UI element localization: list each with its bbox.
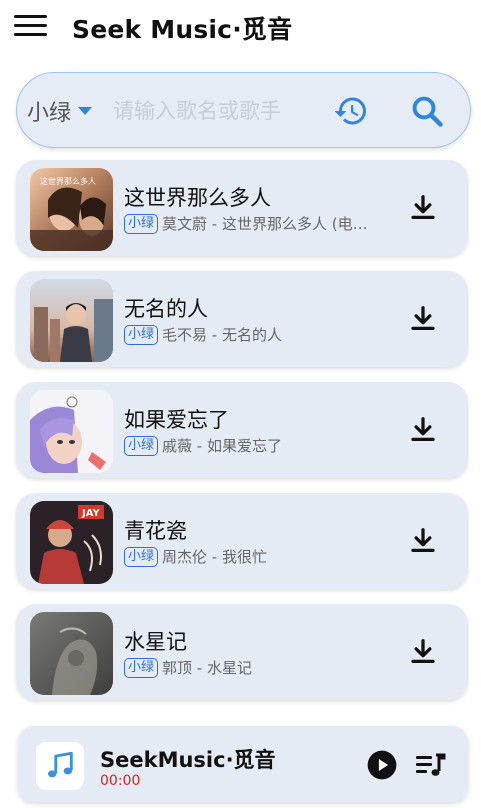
source-badge: 小绿 — [124, 435, 159, 456]
app-bar: Seek Music·觅音 — [0, 0, 481, 56]
song-subtitle: 戚薇 - 如果爱忘了 — [162, 437, 282, 455]
player-time: 00:00 — [100, 773, 141, 789]
svg-text:JAY: JAY — [81, 508, 101, 519]
album-cover: JAY — [30, 501, 113, 584]
song-meta: 小绿 郭顶 - 水星记 — [124, 657, 252, 678]
album-cover: 这世界那么多人 — [30, 168, 113, 251]
source-badge: 小绿 — [124, 546, 159, 567]
search-bar: 小绿 — [16, 72, 471, 148]
player-title: SeekMusic·觅音 — [100, 748, 276, 772]
caret-down-icon — [78, 107, 93, 115]
song-subtitle: 周杰伦 - 我很忙 — [162, 548, 267, 566]
history-icon[interactable] — [333, 93, 369, 129]
search-input[interactable] — [113, 93, 323, 129]
song-title: 这世界那么多人 — [124, 186, 271, 210]
song-title: 无名的人 — [124, 297, 208, 321]
song-list-item[interactable]: 无名的人 小绿 毛不易 - 无名的人 — [16, 271, 468, 367]
album-cover — [30, 390, 113, 473]
hamburger-menu-icon[interactable] — [14, 14, 47, 38]
song-meta: 小绿 周杰伦 - 我很忙 — [124, 546, 267, 567]
app-title: Seek Music·觅音 — [72, 15, 293, 44]
source-dropdown[interactable]: 小绿 — [27, 95, 93, 127]
song-title: 如果爱忘了 — [124, 408, 229, 432]
song-list-item[interactable]: 水星记 小绿 郭顶 - 水星记 — [16, 604, 468, 700]
song-list-item[interactable]: 这世界那么多人 这世界那么多人 小绿 莫文蔚 - 这世界那么多人 (电影... — [16, 160, 468, 256]
download-icon[interactable] — [408, 526, 438, 556]
source-badge: 小绿 — [124, 213, 159, 234]
download-icon[interactable] — [408, 193, 438, 223]
download-icon[interactable] — [408, 304, 438, 334]
music-note-icon — [36, 742, 84, 790]
source-badge: 小绿 — [124, 657, 159, 678]
song-subtitle: 郭顶 - 水星记 — [162, 659, 252, 677]
mini-player[interactable]: SeekMusic·觅音 00:00 — [18, 726, 468, 802]
playlist-icon[interactable] — [416, 753, 446, 779]
album-cover — [30, 279, 113, 362]
song-list-item[interactable]: JAY 青花瓷 小绿 周杰伦 - 我很忙 — [16, 493, 468, 589]
song-meta: 小绿 戚薇 - 如果爱忘了 — [124, 435, 282, 456]
song-subtitle: 毛不易 - 无名的人 — [162, 326, 282, 344]
song-meta: 小绿 莫文蔚 - 这世界那么多人 (电影... — [124, 213, 376, 234]
play-icon[interactable] — [367, 750, 397, 780]
download-icon[interactable] — [408, 415, 438, 445]
song-subtitle: 莫文蔚 - 这世界那么多人 (电影... — [162, 215, 377, 233]
song-title: 青花瓷 — [124, 519, 187, 543]
search-icon[interactable] — [409, 93, 445, 129]
song-list-item[interactable]: 如果爱忘了 小绿 戚薇 - 如果爱忘了 — [16, 382, 468, 478]
song-meta: 小绿 毛不易 - 无名的人 — [124, 324, 282, 345]
svg-text:这世界那么多人: 这世界那么多人 — [40, 176, 96, 186]
album-cover — [30, 612, 113, 695]
source-dropdown-label: 小绿 — [27, 101, 72, 126]
song-title: 水星记 — [124, 630, 187, 654]
source-badge: 小绿 — [124, 324, 159, 345]
download-icon[interactable] — [408, 637, 438, 667]
